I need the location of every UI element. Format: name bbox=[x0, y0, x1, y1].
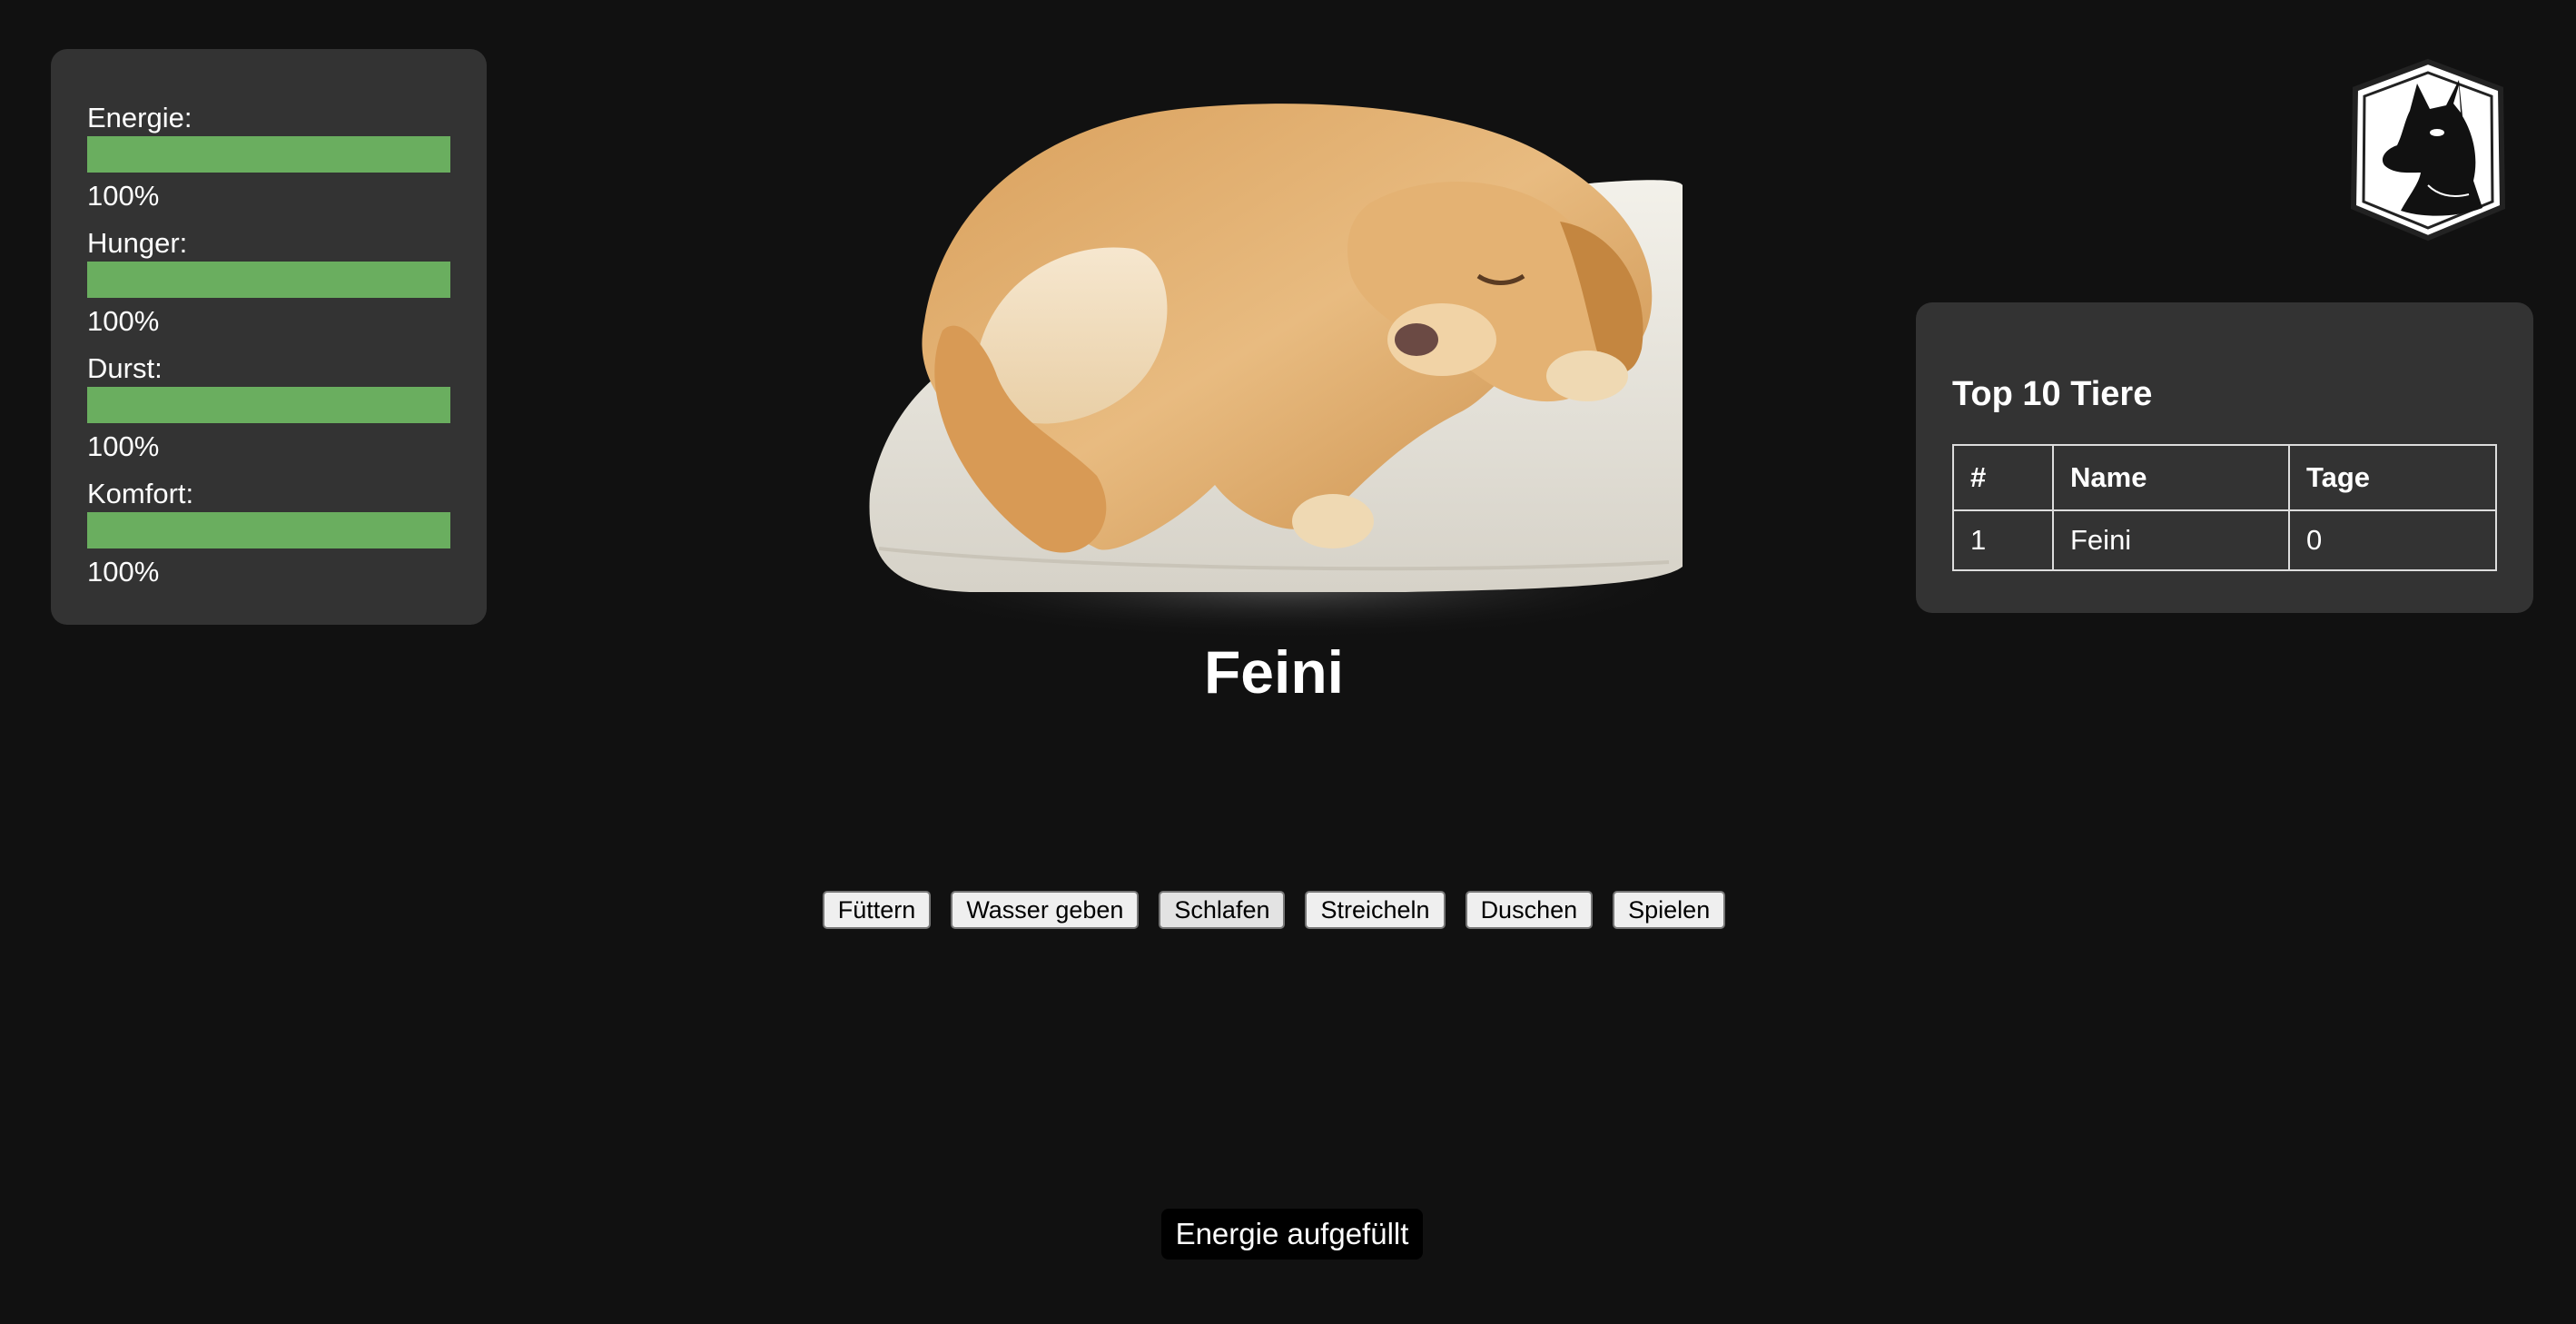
stats-panel: Energie: 100% Hunger: 100% Durst: 100% K… bbox=[51, 49, 487, 625]
leaderboard-title: Top 10 Tiere bbox=[1952, 375, 2153, 413]
stat-value-comfort: 100% bbox=[87, 556, 160, 588]
leaderboard-panel: Top 10 Tiere # Name Tage 1 Feini 0 bbox=[1916, 302, 2533, 613]
hunger-bar-fill bbox=[87, 262, 450, 298]
hunger-bar bbox=[87, 262, 450, 298]
stat-comfort: Komfort: 100% bbox=[87, 478, 450, 588]
sleep-button[interactable]: Schlafen bbox=[1159, 891, 1286, 929]
stat-label-thirst: Durst: bbox=[87, 352, 163, 384]
feed-button[interactable]: Füttern bbox=[822, 891, 932, 929]
column-header-rank: # bbox=[1952, 444, 2054, 511]
pet-image bbox=[869, 104, 1687, 639]
energy-bar bbox=[87, 136, 450, 173]
thirst-bar-fill bbox=[87, 387, 450, 423]
stat-hunger: Hunger: 100% bbox=[87, 227, 450, 338]
pet-name: Feini bbox=[1203, 638, 1344, 706]
energy-bar-fill bbox=[87, 136, 450, 173]
column-header-days: Tage bbox=[2288, 444, 2497, 511]
thirst-bar bbox=[87, 387, 450, 423]
stat-value-hunger: 100% bbox=[87, 305, 160, 337]
dog-head-shield-icon bbox=[2350, 58, 2506, 242]
comfort-bar-fill bbox=[87, 512, 450, 548]
table-header-row: # Name Tage bbox=[1952, 444, 2497, 511]
table-row: 1 Feini 0 bbox=[1952, 509, 2497, 571]
tamagotchi-page: Energie: 100% Hunger: 100% Durst: 100% K… bbox=[0, 0, 2576, 1324]
leaderboard-table: # Name Tage 1 Feini 0 bbox=[1952, 444, 2497, 571]
stat-energy: Energie: 100% bbox=[87, 102, 450, 212]
comfort-bar bbox=[87, 512, 450, 548]
pet-button[interactable]: Streicheln bbox=[1305, 891, 1446, 929]
shower-button[interactable]: Duschen bbox=[1465, 891, 1594, 929]
give-water-button[interactable]: Wasser geben bbox=[951, 891, 1140, 929]
stat-label-hunger: Hunger: bbox=[87, 227, 188, 259]
table-cell-days: 0 bbox=[2288, 509, 2497, 571]
action-bar: Füttern Wasser geben Schlafen Streicheln… bbox=[0, 891, 2548, 929]
play-button[interactable]: Spielen bbox=[1613, 891, 1726, 929]
table-cell-rank: 1 bbox=[1952, 509, 2054, 571]
stat-thirst: Durst: 100% bbox=[87, 352, 450, 463]
status-toast: Energie aufgefüllt bbox=[1161, 1209, 1423, 1260]
column-header-name: Name bbox=[2052, 444, 2290, 511]
table-cell-name: Feini bbox=[2052, 509, 2290, 571]
stat-value-thirst: 100% bbox=[87, 430, 160, 462]
stat-label-comfort: Komfort: bbox=[87, 478, 194, 509]
stat-label-energy: Energie: bbox=[87, 102, 192, 133]
stat-value-energy: 100% bbox=[87, 180, 160, 212]
